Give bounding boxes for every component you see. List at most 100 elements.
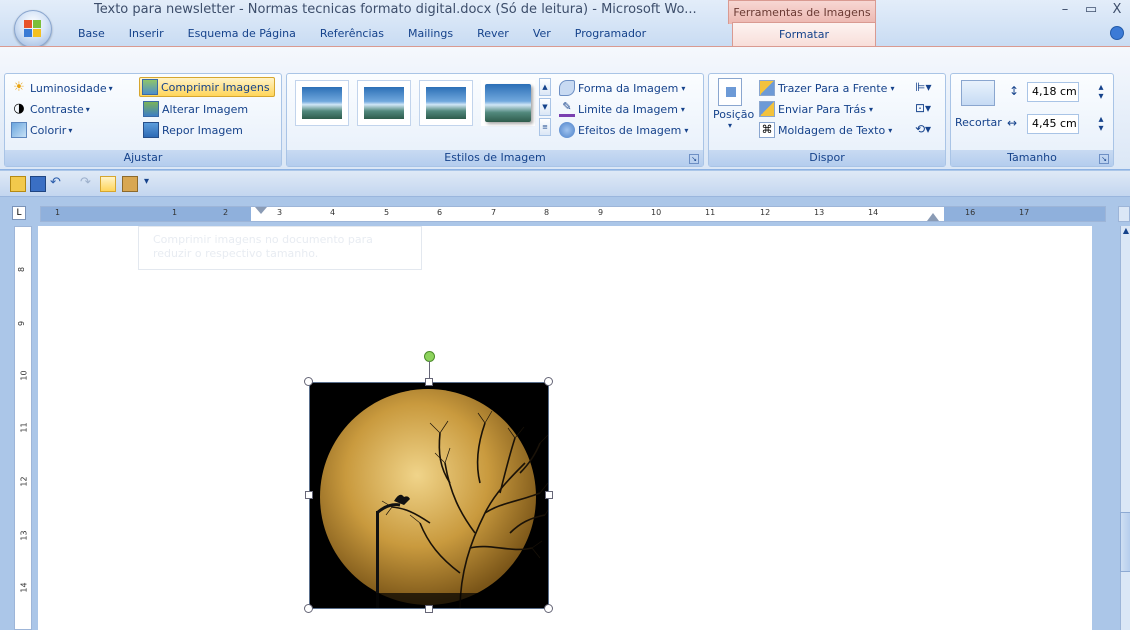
ruler-number: 16	[965, 208, 976, 217]
group-label-estilos: Estilos de Imagem	[287, 150, 703, 166]
tab-inserir[interactable]: Inserir	[117, 22, 176, 46]
ruler-number: 11	[705, 208, 716, 217]
align-icon[interactable]: ⊫▾	[915, 80, 931, 94]
resize-handle-bottom[interactable]	[425, 605, 433, 613]
horizontal-ruler[interactable]: 1 1 2 3 4 5 6 7 8 9 10 11 12 13 14 16 17	[40, 206, 1106, 222]
document-page[interactable]	[38, 226, 1092, 630]
picture-style-2[interactable]	[357, 80, 411, 126]
tab-rever[interactable]: Rever	[465, 22, 521, 46]
tab-selector-button[interactable]: L	[12, 206, 26, 220]
resize-handle-left[interactable]	[305, 491, 313, 499]
tab-referencias[interactable]: Referências	[308, 22, 396, 46]
rotate-icon[interactable]: ⟲▾	[915, 122, 931, 136]
forma-da-imagem-button[interactable]: Forma da Imagem ▾	[559, 78, 685, 98]
recortar-button[interactable]: Recortar	[955, 116, 1002, 129]
tab-esquema-de-pagina[interactable]: Esquema de Página	[176, 22, 308, 46]
title-bar: Texto para newsletter - Normas tecnicas …	[0, 0, 1130, 48]
text-wrap-icon: ⌘	[759, 122, 775, 138]
efeitos-de-imagem-button[interactable]: Efeitos de Imagem ▾	[559, 120, 688, 140]
height-field[interactable]: 4,18 cm	[1027, 82, 1079, 102]
sun-icon: ☀	[13, 80, 25, 95]
alterar-imagem-button[interactable]: Alterar Imagem	[143, 99, 248, 119]
picture-style-1[interactable]	[295, 80, 349, 126]
picture-style-3[interactable]	[419, 80, 473, 126]
quick-access-toolbar: ↶ ↷ ▾	[0, 171, 1130, 197]
open-folder-icon[interactable]	[10, 176, 26, 192]
gallery-more-button[interactable]: ≡	[539, 118, 551, 136]
group-dispor: Posição ▾ Trazer Para a Frente ▾ Enviar …	[708, 73, 946, 167]
chevron-down-icon: ▾	[108, 83, 113, 93]
tab-programador[interactable]: Programador	[563, 22, 658, 46]
width-field[interactable]: 4,45 cm	[1027, 114, 1079, 134]
view-ruler-button[interactable]	[1118, 206, 1130, 222]
resize-handle-top-left[interactable]	[304, 377, 313, 386]
scroll-thumb[interactable]	[1120, 512, 1130, 572]
maximize-button[interactable]: ▭	[1078, 0, 1104, 22]
crop-icon[interactable]	[961, 80, 995, 106]
faded-tooltip: Comprimir imagens no documento para redu…	[138, 226, 422, 270]
group-label-dispor: Dispor	[709, 150, 945, 166]
vertical-scrollbar[interactable]: ▲	[1092, 226, 1130, 630]
ruler-row: L 1 1 2 3 4 5 6 7 8 9 10 11 12 13 14 16 …	[0, 198, 1130, 226]
reset-picture-icon	[143, 122, 159, 138]
ruler-number: 1	[172, 208, 178, 217]
resize-handle-bottom-left[interactable]	[304, 604, 313, 613]
gallery-up-button[interactable]: ▲	[539, 78, 551, 96]
shape-icon	[559, 80, 575, 96]
ruler-number: 5	[384, 208, 390, 217]
gallery-scroll: ▲ ▼ ≡	[539, 78, 551, 138]
tab-base[interactable]: Base	[60, 22, 117, 46]
resize-handle-right[interactable]	[545, 491, 553, 499]
minimize-button[interactable]: –	[1052, 0, 1078, 22]
tab-mailings[interactable]: Mailings	[396, 22, 465, 46]
tab-formatar[interactable]: Formatar	[732, 22, 876, 48]
undo-icon[interactable]: ↶	[50, 176, 66, 192]
repor-imagem-button[interactable]: Repor Imagem	[143, 120, 243, 140]
enviar-para-tras-button[interactable]: Enviar Para Trás ▾	[759, 99, 873, 119]
trazer-para-a-frente-button[interactable]: Trazer Para a Frente ▾	[759, 78, 894, 98]
ruler-number: 4	[330, 208, 336, 217]
vertical-ruler[interactable]: 8 9 10 11 12 13 14	[14, 226, 32, 630]
format-painter-icon[interactable]	[100, 176, 116, 192]
close-button[interactable]: X	[1104, 0, 1130, 22]
gallery-down-button[interactable]: ▼	[539, 98, 551, 116]
left-indent-marker[interactable]	[255, 207, 267, 214]
luminosidade-button[interactable]: ☀ Luminosidade ▾	[11, 78, 113, 98]
window-title: Texto para newsletter - Normas tecnicas …	[94, 2, 697, 17]
paste-icon[interactable]	[122, 176, 138, 192]
redo-icon[interactable]: ↷	[80, 176, 96, 192]
enviar-label: Enviar Para Trás	[778, 102, 866, 116]
help-icon[interactable]	[1110, 26, 1124, 40]
resize-handle-top[interactable]	[425, 378, 433, 386]
moldagem-label: Moldagem de Texto	[778, 123, 886, 137]
tab-ver[interactable]: Ver	[521, 22, 563, 46]
posicao-button[interactable]: Posição ▾	[713, 78, 754, 140]
limite-da-imagem-button[interactable]: ✎ Limite da Imagem ▾	[559, 99, 685, 119]
resize-handle-top-right[interactable]	[544, 377, 553, 386]
right-indent-marker[interactable]	[927, 213, 939, 221]
scroll-up-icon[interactable]: ▲	[1120, 226, 1130, 240]
bring-forward-icon	[759, 80, 775, 96]
vruler-number: 9	[17, 320, 27, 327]
moldagem-de-texto-button[interactable]: ⌘ Moldagem de Texto ▾	[759, 120, 892, 140]
save-icon[interactable]	[30, 176, 46, 192]
customize-toolbar-icon[interactable]: ▾	[144, 176, 160, 192]
vruler-number: 13	[19, 530, 29, 541]
contraste-button[interactable]: ◑ Contraste ▾	[11, 99, 89, 119]
contraste-label: Contraste	[30, 102, 84, 116]
dialog-launcher-icon[interactable]: ↘	[689, 154, 699, 164]
vruler-number: 11	[19, 422, 29, 433]
group-objects-icon[interactable]: ⊡▾	[915, 101, 931, 115]
office-button[interactable]	[14, 10, 52, 48]
width-spinner[interactable]: ▴ ▾	[1095, 115, 1107, 134]
size-dialog-launcher-icon[interactable]: ↘	[1099, 154, 1109, 164]
height-spinner[interactable]: ▴ ▾	[1095, 83, 1107, 102]
picture-style-4[interactable]	[481, 80, 535, 126]
vruler-number: 12	[19, 476, 29, 487]
resize-handle-bottom-right[interactable]	[544, 604, 553, 613]
colorir-button[interactable]: Colorir ▾	[11, 120, 72, 140]
comprimir-imagens-button[interactable]: Comprimir Imagens	[139, 77, 275, 97]
moon-picture[interactable]	[309, 382, 549, 609]
ruler-number: 6	[437, 208, 443, 217]
chevron-down-icon: ▾	[68, 125, 73, 135]
